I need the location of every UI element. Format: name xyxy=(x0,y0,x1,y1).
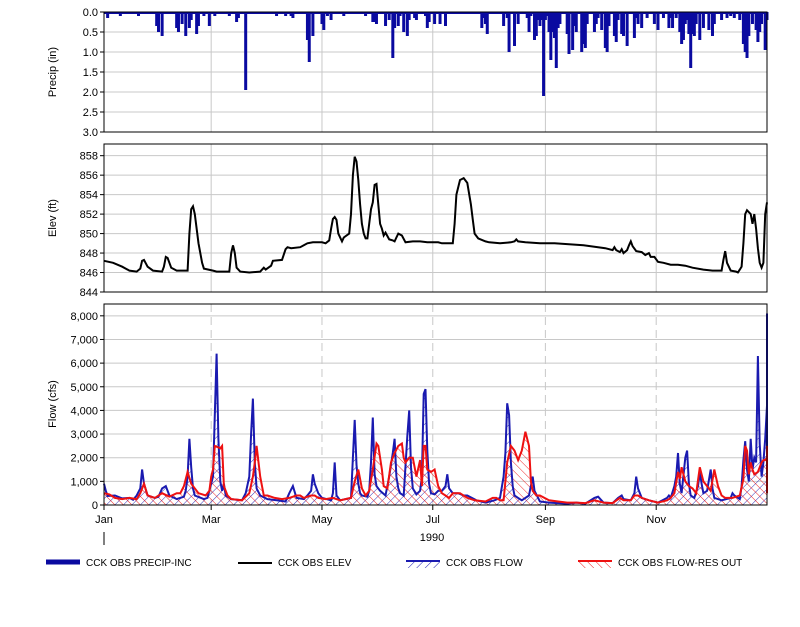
y-tick-label: 0 xyxy=(92,500,98,512)
legend: CCK OBS PRECIP-INC CCK OBS ELEV CCK OBS … xyxy=(46,558,742,569)
y-tick-label: 3,000 xyxy=(70,429,98,441)
legend-label-elev: CCK OBS ELEV xyxy=(278,558,352,569)
elev-axis-title: Elev (ft) xyxy=(47,199,59,237)
y-tick-label: 856 xyxy=(80,170,98,182)
y-tick-label: 2.0 xyxy=(83,87,98,99)
y-tick-label: 858 xyxy=(80,151,98,163)
y-tick-label: 0.5 xyxy=(83,27,98,39)
x-tick-label: Mar xyxy=(202,514,221,526)
hydrograph-chart: 0.0 0.5 1.0 1.5 2.0 2.5 3.0 844 846 848 850 852 854… xyxy=(46,7,769,569)
x-tick-label: Sep xyxy=(536,514,556,526)
y-tick-label: 2,000 xyxy=(70,453,98,465)
precip-axis-title: Precip (in) xyxy=(47,47,59,97)
y-tick-label: 5,000 xyxy=(70,382,98,394)
x-tick-label: May xyxy=(312,514,333,526)
x-tick-label: Nov xyxy=(646,514,666,526)
legend-swatch-res-out-fill xyxy=(578,561,612,568)
plot-frame xyxy=(103,143,768,293)
y-tick-label: 1.5 xyxy=(83,67,98,79)
y-tick-label: 1.0 xyxy=(83,47,98,59)
x-tick-label: Jan xyxy=(95,514,113,526)
y-tick-label: 3.0 xyxy=(83,127,98,139)
flow-axis-title: Flow (cfs) xyxy=(47,380,59,428)
y-tick-label: 0.0 xyxy=(83,7,98,19)
y-tick-label: 1,000 xyxy=(70,476,98,488)
elev-panel: 844 846 848 850 852 854 856 858 xyxy=(80,143,768,299)
year-label: 1990 xyxy=(420,532,444,544)
y-tick-label: 2.5 xyxy=(83,107,98,119)
y-tick-label: 8,000 xyxy=(70,311,98,323)
y-tick-label: 850 xyxy=(80,229,98,241)
y-tick-label: 4,000 xyxy=(70,405,98,417)
legend-label-precip: CCK OBS PRECIP-INC xyxy=(86,558,192,569)
precip-panel: 0.0 0.5 1.0 1.5 2.0 2.5 3.0 xyxy=(83,7,769,139)
legend-label-res-out: CCK OBS FLOW-RES OUT xyxy=(618,558,742,569)
x-tick-label: Jul xyxy=(426,514,440,526)
y-tick-label: 852 xyxy=(80,209,98,221)
y-tick-label: 854 xyxy=(80,190,98,202)
y-tick-label: 848 xyxy=(80,248,98,260)
legend-swatch-flow-fill xyxy=(406,561,440,568)
legend-label-flow: CCK OBS FLOW xyxy=(446,558,523,569)
y-tick-label: 844 xyxy=(80,287,98,299)
y-tick-label: 6,000 xyxy=(70,358,98,370)
y-tick-label: 846 xyxy=(80,268,98,280)
y-tick-label: 7,000 xyxy=(70,334,98,346)
flow-panel: 0 1,000 2,000 3,000 4,000 5,000 6,000 7,000 8,00… xyxy=(70,303,768,526)
